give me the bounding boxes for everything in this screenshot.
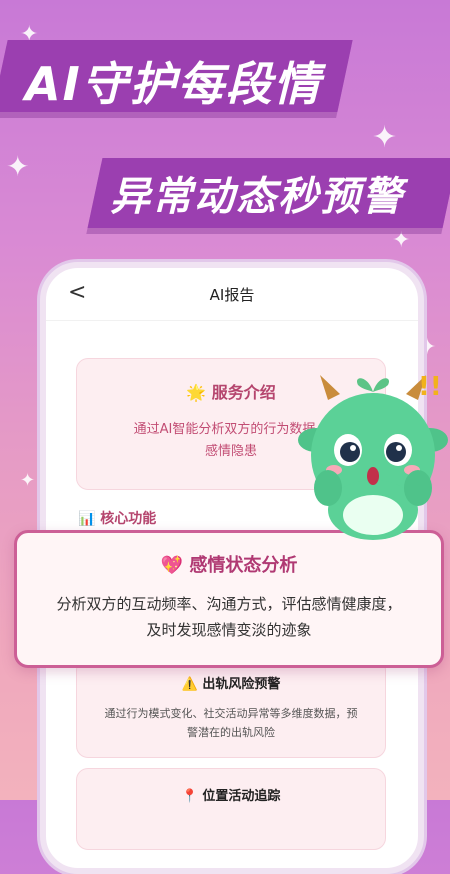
emotion-analysis-body: 分析双方的互动频率、沟通方式，评估感情健康度， 及时发现感情变淡的迹象 — [27, 591, 431, 643]
risk-warning-body: 通过行为模式变化、社交活动异常等多维度数据，预 警潜在的出轨风险 — [91, 704, 371, 742]
mascot-illustration: !! — [298, 372, 448, 540]
emotion-analysis-title: 💖 感情状态分析 — [160, 555, 298, 576]
core-features-heading: 📊 核心功能 — [78, 511, 157, 527]
emotion-analysis-callout: 💖 感情状态分析 分析双方的互动频率、沟通方式，评估感情健康度， 及时发现感情变… — [14, 530, 444, 668]
sparkle-icon: ✦ — [392, 228, 411, 253]
location-tracking-card[interactable]: 📍 位置活动追踪 — [76, 768, 386, 850]
emotion-analysis-line1: 分析双方的互动频率、沟通方式，评估感情健康度， — [56, 595, 402, 613]
risk-warning-line1: 通过行为模式变化、社交活动异常等多维度数据，预 — [104, 707, 358, 720]
sparkle-icon: ✦ — [20, 470, 36, 491]
svg-text:!!: !! — [418, 372, 442, 402]
risk-warning-line2: 警潜在的出轨风险 — [187, 726, 275, 739]
sparkle-icon: ✦ — [372, 120, 398, 155]
headline-line1: AI守护每段情 — [25, 57, 322, 111]
risk-warning-title: ⚠️ 出轨风险预警 — [181, 677, 281, 692]
sparkle-icon: ✦ — [6, 150, 30, 183]
app-header: < AI报告 — [46, 268, 418, 321]
emotion-analysis-line2: 及时发现感情变淡的迹象 — [146, 621, 312, 639]
risk-warning-card[interactable]: ⚠️ 出轨风险预警 通过行为模式变化、社交活动异常等多维度数据，预 警潜在的出轨… — [76, 658, 386, 758]
page-title: AI报告 — [209, 286, 255, 304]
headline-line2: 异常动态秒预警 — [110, 174, 404, 220]
location-tracking-title: 📍 位置活动追踪 — [181, 789, 281, 804]
